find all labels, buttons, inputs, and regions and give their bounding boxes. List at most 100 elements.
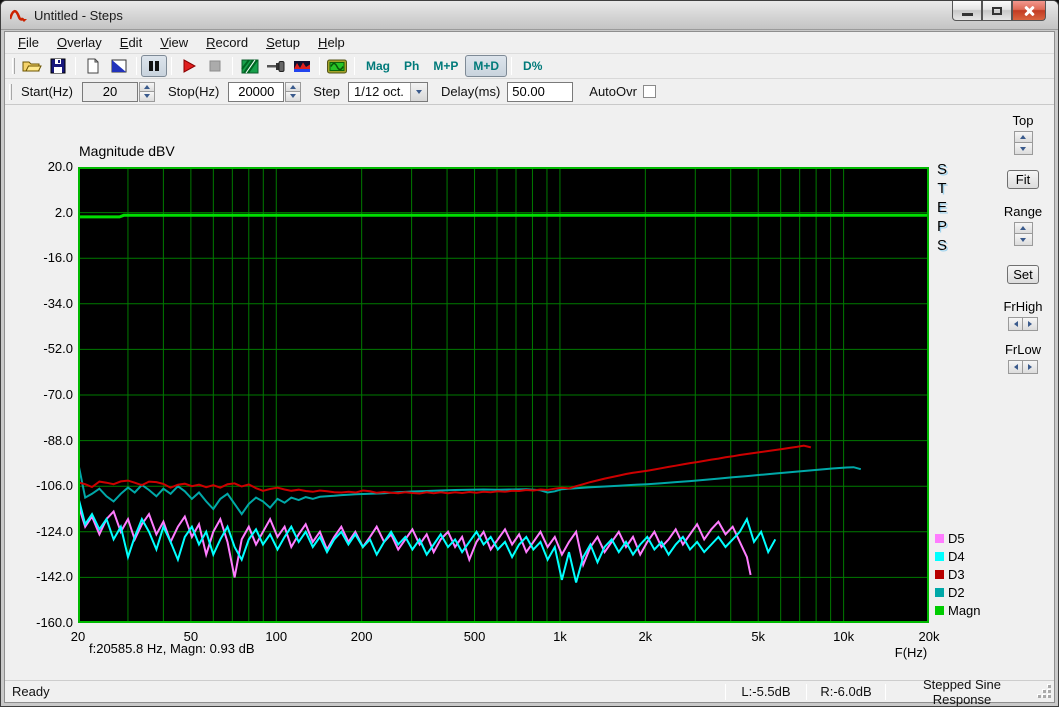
scope-button[interactable] (324, 55, 350, 77)
up-arrow-icon (1020, 135, 1026, 139)
save-file-button[interactable] (45, 55, 71, 77)
dropdown-button[interactable] (410, 82, 428, 101)
generator-button[interactable] (263, 55, 289, 77)
step-dropdown[interactable]: 1/12 oct. (348, 81, 429, 102)
start-input[interactable] (82, 81, 138, 102)
window-title: Untitled - Steps (34, 7, 123, 23)
spin-up-button[interactable] (285, 81, 302, 92)
chart-client-area: Magnitude dBV F(Hz) f:20585.8 Hz, Magn: … (5, 105, 1054, 680)
spin-down-button[interactable] (1013, 234, 1033, 246)
level-meter-button[interactable] (289, 55, 315, 77)
spectrum-button[interactable] (237, 55, 263, 77)
spin-up-button[interactable] (1013, 131, 1033, 143)
left-arrow-button[interactable] (1008, 317, 1023, 331)
distortion-percent-button[interactable]: D% (516, 56, 549, 76)
left-arrow-button[interactable] (1008, 360, 1023, 374)
range-spinner[interactable] (1013, 222, 1033, 246)
y-tick-label: -142.0 (36, 569, 73, 585)
stop-icon (209, 60, 221, 72)
right-level-indicator: R:-6.0dB (820, 684, 872, 699)
frlow-label: FrLow (1004, 342, 1042, 357)
color-setup-button[interactable] (106, 55, 132, 77)
legend-label: D3 (948, 566, 965, 582)
down-arrow-icon (290, 94, 297, 99)
params-bar: Start(Hz) Stop(Hz) Step 1/12 oct. Delay(… (5, 79, 1054, 105)
step-label: Step (313, 84, 341, 99)
maximize-icon (992, 6, 1002, 15)
generator-plug-icon (267, 61, 285, 72)
autoovr-checkbox[interactable] (642, 85, 656, 98)
x-tick-label: 50 (183, 629, 199, 644)
menu-item-help[interactable]: Help (309, 33, 354, 52)
menu-item-setup[interactable]: Setup (257, 33, 309, 52)
delay-input[interactable] (507, 81, 574, 102)
params-grip[interactable] (9, 83, 12, 100)
stop-label: Stop(Hz) (168, 84, 220, 99)
right-arrow-button[interactable] (1023, 360, 1038, 374)
y-tick-label: 2.0 (54, 204, 73, 220)
x-axis-label: F(Hz) (894, 645, 928, 660)
mag-phase-button[interactable]: M+P (426, 56, 465, 76)
record-stop-button[interactable] (202, 55, 228, 77)
minimize-button[interactable] (952, 1, 982, 21)
pause-icon (149, 61, 159, 71)
y-tick-label: -34.0 (43, 295, 73, 311)
menu-item-record[interactable]: Record (197, 33, 257, 52)
pause-button[interactable] (141, 55, 167, 77)
stop-input[interactable] (228, 81, 285, 102)
fit-button[interactable]: Fit (1007, 170, 1039, 189)
set-button[interactable]: Set (1007, 265, 1039, 284)
start-spinner[interactable] (139, 81, 155, 102)
resize-grip[interactable] (1038, 684, 1054, 700)
minimize-icon (961, 13, 973, 16)
up-arrow-icon (1020, 226, 1026, 230)
menu-item-file[interactable]: File (9, 33, 48, 52)
toolbar-separator (75, 57, 76, 75)
spin-down-button[interactable] (139, 92, 155, 102)
right-arrow-button[interactable] (1023, 317, 1038, 331)
x-tick-label: 200 (350, 629, 373, 644)
save-floppy-icon (50, 58, 66, 74)
record-start-button[interactable] (176, 55, 202, 77)
menu-item-overlay[interactable]: Overlay (48, 33, 111, 52)
frhigh-arrows[interactable] (1008, 317, 1038, 331)
play-icon (183, 59, 196, 73)
scope-icon (327, 59, 347, 73)
spin-up-button[interactable] (1013, 222, 1033, 234)
copy-page-icon (87, 58, 99, 74)
spin-down-button[interactable] (285, 92, 302, 102)
chart-canvas[interactable] (77, 167, 929, 623)
phase-button[interactable]: Ph (397, 56, 426, 76)
mag-distortion-button[interactable]: M+D (465, 55, 508, 77)
color-setup-icon (111, 59, 127, 73)
app-icon (10, 9, 27, 22)
right-arrow-icon (1028, 321, 1032, 327)
chart-area: Magnitude dBV F(Hz) f:20585.8 Hz, Magn: … (5, 105, 1054, 680)
autoovr-label: AutoOvr (589, 84, 637, 99)
x-tick-label: 20 (70, 629, 86, 644)
open-file-button[interactable] (19, 55, 45, 77)
up-arrow-icon (290, 84, 297, 89)
spin-down-button[interactable] (1013, 143, 1033, 155)
spin-up-button[interactable] (139, 81, 155, 92)
legend-swatch (935, 569, 944, 579)
menu-item-view[interactable]: View (151, 33, 197, 52)
close-button[interactable] (1012, 1, 1046, 21)
toolbar-separator (354, 57, 355, 75)
maximize-button[interactable] (982, 1, 1012, 21)
frlow-arrows[interactable] (1008, 360, 1038, 374)
menu-bar: File Overlay Edit View Record Setup Help (5, 32, 1054, 54)
y-tick-label: 20.0 (47, 159, 73, 174)
toolbar-separator (136, 57, 137, 75)
x-tick-label: 2k (638, 629, 653, 644)
toolbar-grip[interactable] (12, 58, 15, 74)
top-spinner[interactable] (1013, 131, 1033, 155)
menu-item-edit[interactable]: Edit (111, 33, 151, 52)
status-bar: Ready L:-5.5dB R:-6.0dB Stepped Sine Res… (5, 677, 1054, 706)
stop-spinner[interactable] (285, 81, 302, 102)
down-arrow-icon (1020, 237, 1026, 242)
chart-plot[interactable] (77, 167, 929, 623)
copy-button[interactable] (80, 55, 106, 77)
magnitude-button[interactable]: Mag (359, 56, 397, 76)
title-bar[interactable]: Untitled - Steps (1, 1, 1058, 30)
